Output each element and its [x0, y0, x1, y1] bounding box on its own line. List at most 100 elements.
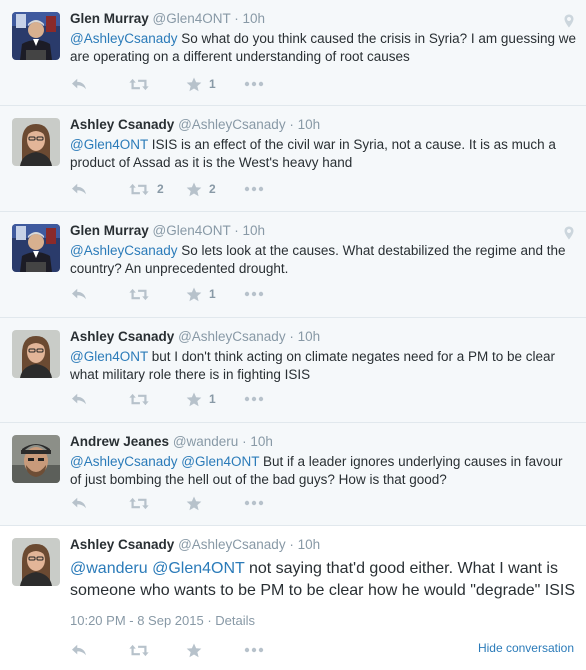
author-name[interactable]: Ashley Csanady: [70, 537, 174, 552]
favorite-button[interactable]: 2: [186, 182, 244, 197]
tweet-content: Andrew Jeanes @wanderu · 10h @AshleyCsana…: [70, 433, 576, 489]
tweet-item[interactable]: Ashley Csanady @AshleyCsanady · 10h @Glen…: [0, 318, 586, 423]
retweet-icon: [128, 392, 150, 407]
reply-button[interactable]: [70, 496, 128, 510]
avatar[interactable]: [12, 538, 60, 586]
retweet-button[interactable]: [128, 287, 186, 302]
reply-icon: [70, 643, 88, 657]
author-handle[interactable]: @AshleyCsanady: [178, 537, 286, 552]
mention-link[interactable]: @Glen4ONT: [70, 349, 148, 364]
reply-button[interactable]: [70, 182, 128, 196]
details-link[interactable]: Details: [215, 613, 255, 628]
mention-link[interactable]: @wanderu: [70, 560, 148, 577]
tweet-time[interactable]: 10h: [298, 117, 321, 132]
tweet-header: Andrew Jeanes @wanderu · 10h: [70, 433, 576, 451]
separator: ·: [230, 223, 243, 238]
more-button[interactable]: [244, 291, 302, 297]
retweet-button[interactable]: [128, 77, 186, 92]
tweet-item[interactable]: Glen Murray @Glen4ONT · 10h @AshleyCsanad…: [0, 0, 586, 106]
separator: ·: [238, 434, 251, 449]
retweet-icon: [128, 182, 150, 197]
tweet-header: Glen Murray @Glen4ONT · 10h: [70, 10, 576, 28]
mention-link[interactable]: @AshleyCsanady: [70, 243, 178, 258]
avatar[interactable]: [12, 12, 60, 60]
author-name[interactable]: Glen Murray: [70, 223, 149, 238]
reply-icon: [70, 496, 88, 510]
favorite-button[interactable]: 1: [186, 77, 244, 92]
separator: ·: [203, 613, 216, 628]
mention-link[interactable]: @AshleyCsanady: [70, 454, 178, 469]
favorite-icon: [186, 287, 202, 302]
more-button[interactable]: [244, 647, 302, 653]
avatar[interactable]: [12, 118, 60, 166]
retweet-button[interactable]: 2: [128, 182, 186, 197]
tweet-content: Glen Murray @Glen4ONT · 10h @AshleyCsanad…: [70, 10, 576, 66]
more-button[interactable]: [244, 500, 302, 506]
reply-button[interactable]: [70, 287, 128, 301]
separator: ·: [285, 329, 298, 344]
tweet-header: Ashley Csanady @AshleyCsanady · 10h: [70, 116, 576, 134]
avatar[interactable]: [12, 330, 60, 378]
tweet-text: @AshleyCsanady So what do you think caus…: [70, 30, 576, 66]
author-name[interactable]: Ashley Csanady: [70, 117, 174, 132]
separator: ·: [230, 11, 243, 26]
favorite-icon: [186, 77, 202, 92]
mention-link[interactable]: @Glen4ONT: [152, 560, 244, 577]
reply-button[interactable]: [70, 392, 128, 406]
favorite-button[interactable]: 1: [186, 287, 244, 302]
tweet-item[interactable]: Ashley Csanady @AshleyCsanady · 10h @Glen…: [0, 106, 586, 212]
author-handle[interactable]: @AshleyCsanady: [178, 117, 286, 132]
author-handle[interactable]: @wanderu: [173, 434, 239, 449]
mention-link[interactable]: @AshleyCsanady: [70, 31, 178, 46]
reply-icon: [70, 287, 88, 301]
favorite-button[interactable]: [186, 643, 244, 658]
retweet-icon: [128, 496, 150, 511]
avatar[interactable]: [12, 224, 60, 272]
reply-button[interactable]: [70, 643, 128, 657]
hide-conversation-link[interactable]: Hide conversation: [478, 641, 574, 655]
tweet-text: @AshleyCsanady So lets look at the cause…: [70, 242, 576, 278]
geo-location-button[interactable]: [564, 226, 574, 245]
reply-icon: [70, 77, 88, 91]
author-handle[interactable]: @Glen4ONT: [153, 223, 231, 238]
more-button[interactable]: [244, 396, 302, 402]
tweet-time[interactable]: 10h: [298, 537, 321, 552]
author-handle[interactable]: @Glen4ONT: [153, 11, 231, 26]
tweet-content: Ashley Csanady @AshleyCsanady · 10h @wand…: [70, 536, 576, 602]
favorite-icon: [186, 496, 202, 511]
favorite-icon: [186, 643, 202, 658]
tweet-text: @Glen4ONT ISIS is an effect of the civil…: [70, 136, 576, 172]
focused-tweet: Ashley Csanady @AshleyCsanady · 10h @wand…: [0, 526, 586, 670]
tweet-time[interactable]: 10h: [250, 434, 273, 449]
tweet-item[interactable]: Andrew Jeanes @wanderu · 10h @AshleyCsana…: [0, 423, 586, 526]
mention-link[interactable]: @Glen4ONT: [70, 137, 148, 152]
tweet-header: Ashley Csanady @AshleyCsanady · 10h: [70, 328, 576, 346]
favorite-button[interactable]: 1: [186, 392, 244, 407]
more-button[interactable]: [244, 186, 302, 192]
more-icon: [244, 291, 264, 297]
author-handle[interactable]: @AshleyCsanady: [178, 329, 286, 344]
author-name[interactable]: Ashley Csanady: [70, 329, 174, 344]
tweet-actions: 22: [70, 179, 302, 199]
separator: ·: [285, 537, 298, 552]
tweet-item[interactable]: Glen Murray @Glen4ONT · 10h @AshleyCsanad…: [0, 212, 586, 318]
favorite-button[interactable]: [186, 496, 244, 511]
tweet-actions: 1: [70, 284, 302, 304]
more-button[interactable]: [244, 81, 302, 87]
tweet-timestamp-row: 10:20 PM - 8 Sep 2015 · Details: [70, 613, 255, 628]
mention-link[interactable]: @Glen4ONT: [181, 454, 259, 469]
geo-location-button[interactable]: [564, 14, 574, 33]
more-icon: [244, 647, 264, 653]
reply-button[interactable]: [70, 77, 128, 91]
retweet-button[interactable]: [128, 496, 186, 511]
retweet-button[interactable]: [128, 392, 186, 407]
tweet-time[interactable]: 10h: [298, 329, 321, 344]
author-name[interactable]: Glen Murray: [70, 11, 149, 26]
author-name[interactable]: Andrew Jeanes: [70, 434, 169, 449]
tweet-timestamp[interactable]: 10:20 PM - 8 Sep 2015: [70, 613, 204, 628]
avatar[interactable]: [12, 435, 60, 483]
tweet-content: Ashley Csanady @AshleyCsanady · 10h @Glen…: [70, 116, 576, 172]
tweet-time[interactable]: 10h: [243, 223, 266, 238]
tweet-time[interactable]: 10h: [243, 11, 266, 26]
retweet-button[interactable]: [128, 643, 186, 658]
